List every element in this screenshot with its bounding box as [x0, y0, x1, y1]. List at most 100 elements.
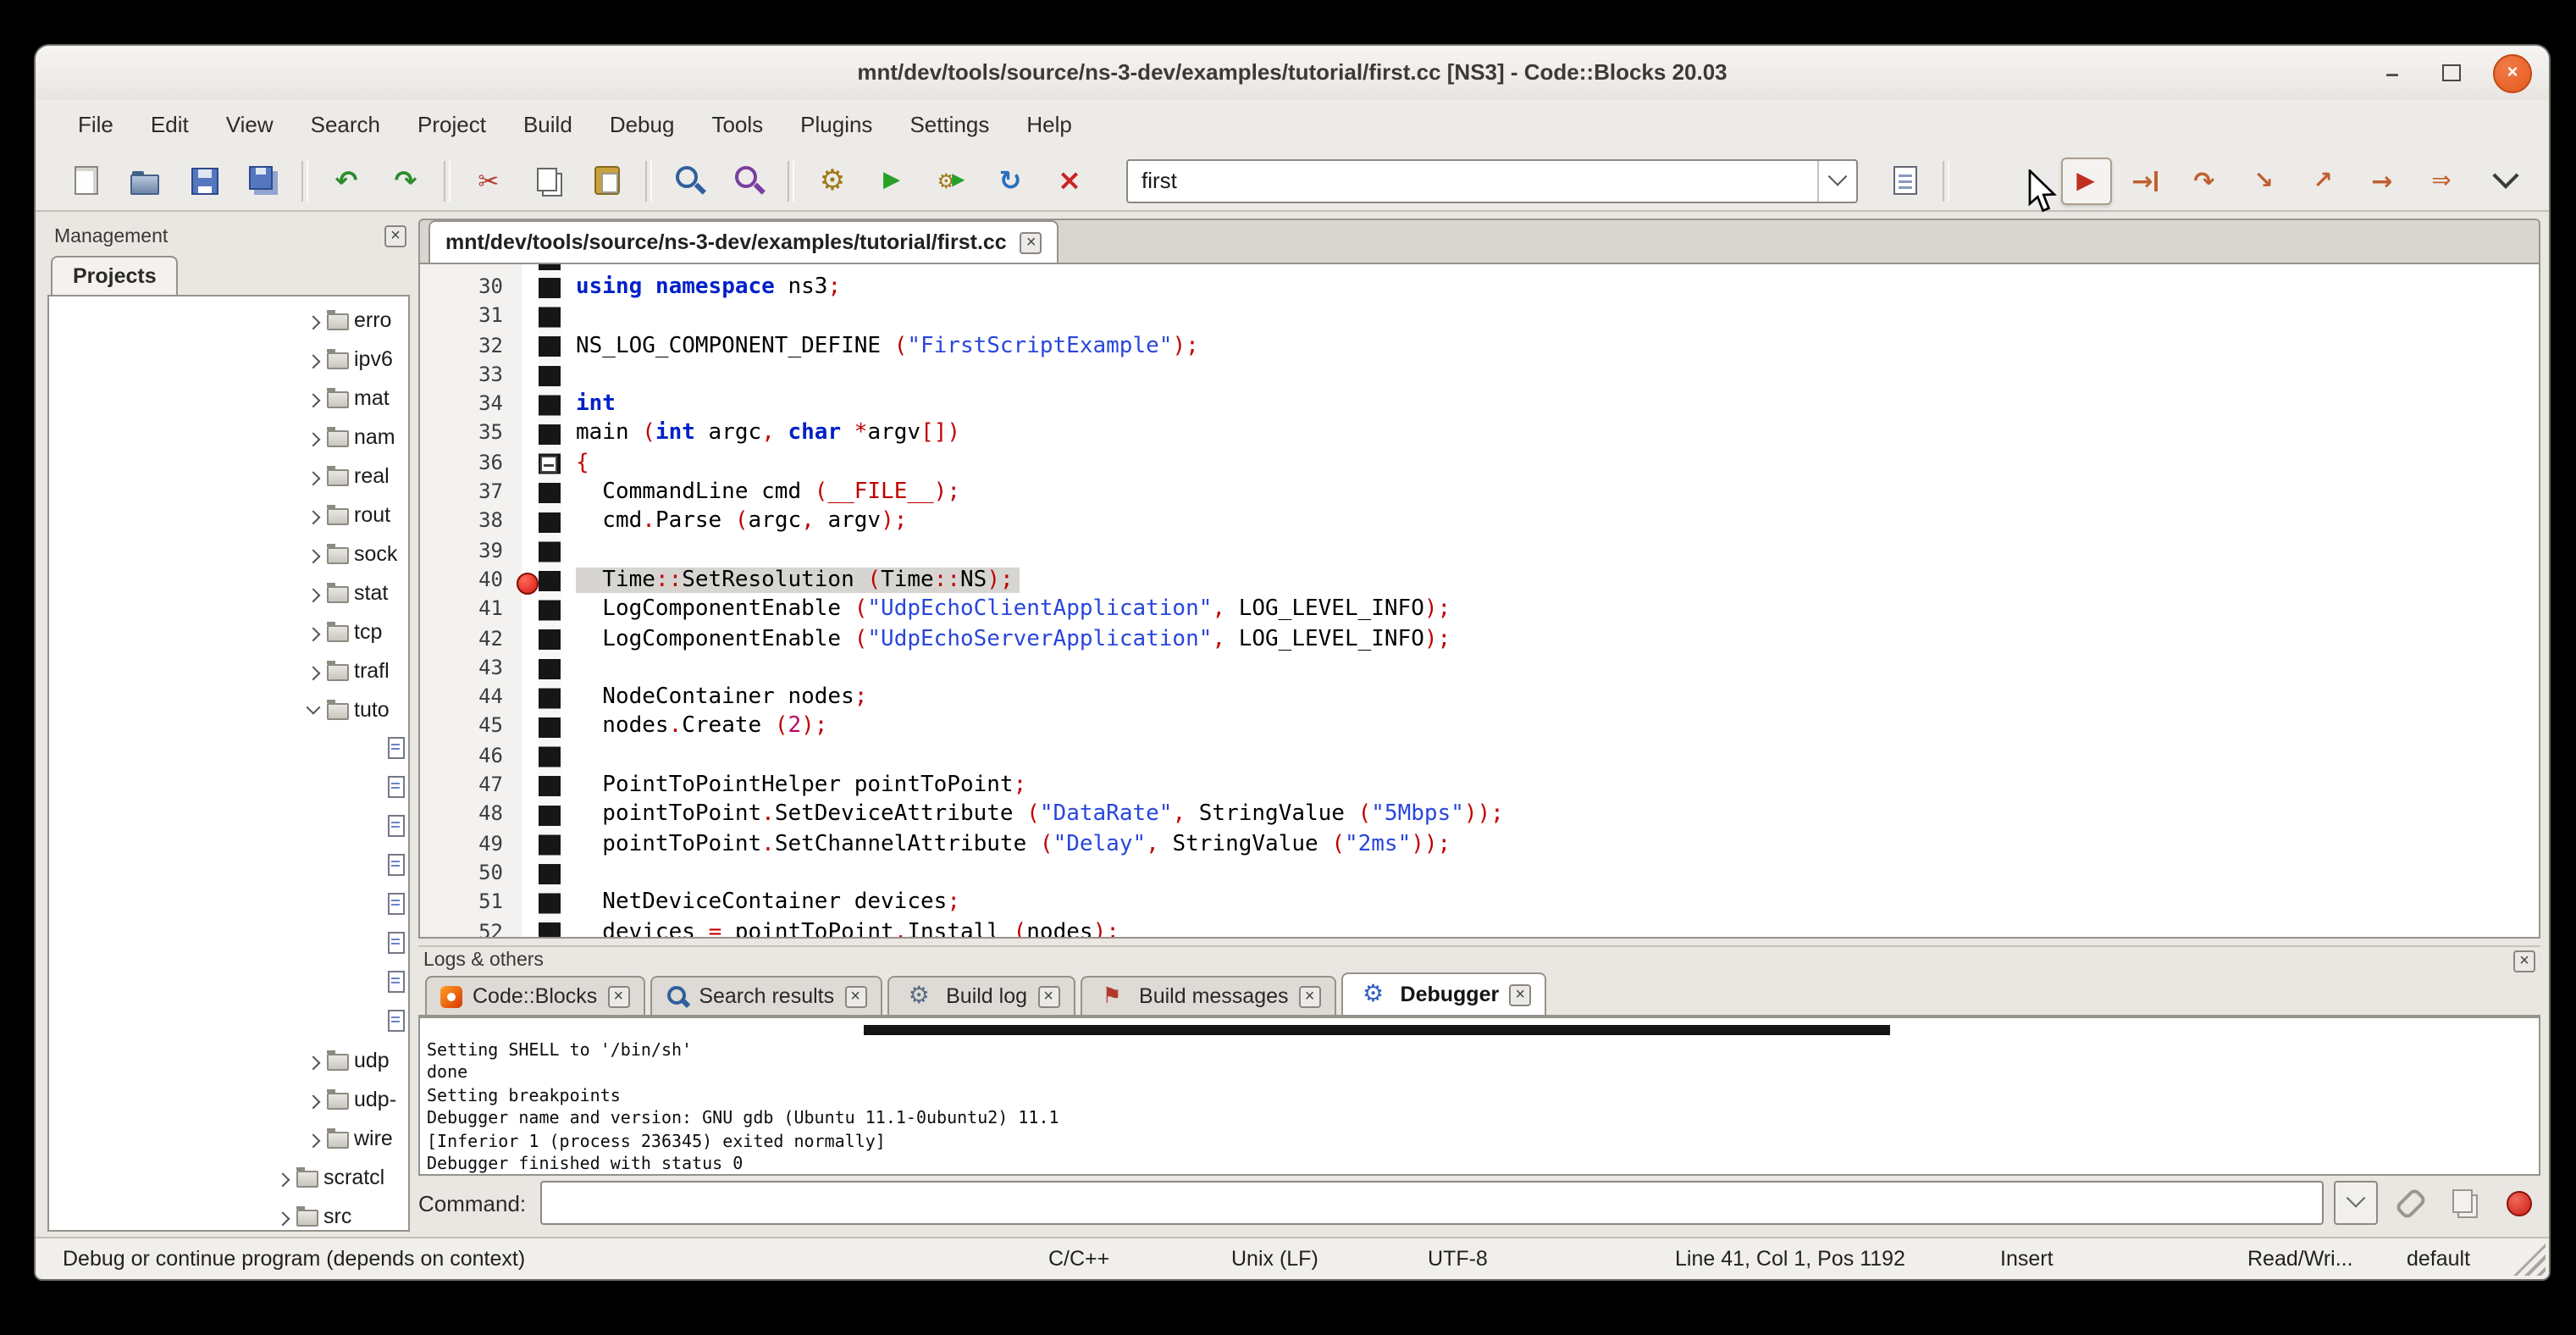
tree-item-stat-7[interactable]: stat: [49, 573, 408, 612]
logs-close-icon[interactable]: ×: [2513, 950, 2535, 972]
tree-item-nam-3[interactable]: nam: [49, 417, 408, 456]
paste-button[interactable]: [582, 157, 633, 204]
search-combobox[interactable]: [1126, 158, 1858, 202]
tree-item-ipv6-1[interactable]: ipv6: [49, 339, 408, 378]
close-button[interactable]: ×: [2493, 53, 2532, 92]
search-input[interactable]: [1128, 162, 1817, 199]
logs-tab-debugger[interactable]: Debugger×: [1341, 972, 1547, 1015]
tree-item-src-23[interactable]: src: [49, 1196, 408, 1232]
tree-item-tuto-10[interactable]: tuto: [49, 690, 408, 728]
chevron-right-icon[interactable]: [303, 504, 323, 524]
code-editor[interactable]: 3031323334353637383940414243444546474849…: [418, 263, 2540, 939]
run-to-cursor-button[interactable]: [2120, 157, 2170, 204]
step-into-button[interactable]: [2238, 157, 2289, 204]
menu-search[interactable]: Search: [292, 103, 399, 147]
step-instruction-button[interactable]: [2416, 157, 2467, 204]
stop-button[interactable]: [2496, 1183, 2540, 1223]
tree-item-rout-5[interactable]: rout: [49, 495, 408, 534]
close-tab-icon[interactable]: ×: [844, 985, 866, 1007]
build-button[interactable]: [807, 157, 858, 204]
save-button[interactable]: [179, 157, 229, 204]
menu-view[interactable]: View: [207, 103, 292, 147]
next-line-button[interactable]: [2179, 157, 2230, 204]
copy-button[interactable]: [2442, 1183, 2486, 1223]
new-file-button[interactable]: [60, 157, 111, 204]
chevron-right-icon[interactable]: [303, 309, 323, 330]
chevron-right-icon[interactable]: [303, 543, 323, 563]
link-button[interactable]: [2388, 1183, 2432, 1223]
tree-item-he-14[interactable]: he: [49, 845, 408, 884]
chevron-right-icon[interactable]: [303, 660, 323, 680]
command-input[interactable]: [539, 1181, 2324, 1225]
tree-item-trafl-9[interactable]: trafl: [49, 651, 408, 690]
toolbar-overflow-button[interactable]: [2480, 157, 2531, 204]
tree-item-se-16[interactable]: se: [49, 923, 408, 962]
logs-tab-build-messages[interactable]: Build messages×: [1080, 976, 1336, 1015]
menu-edit[interactable]: Edit: [132, 103, 207, 147]
menu-settings[interactable]: Settings: [891, 103, 1008, 147]
abort-button[interactable]: [1044, 157, 1095, 204]
tree-item-erro-0[interactable]: erro: [49, 300, 408, 339]
chevron-right-icon[interactable]: [303, 465, 323, 485]
tree-item-real-4[interactable]: real: [49, 456, 408, 495]
tree-item-fif-11[interactable]: fif: [49, 728, 408, 767]
chevron-right-icon[interactable]: [303, 426, 323, 446]
code-area[interactable]: using namespace ns3;NS_LOG_COMPONENT_DEF…: [420, 264, 2539, 939]
tree-item-th-18[interactable]: th: [49, 1001, 408, 1040]
tree-item-six-17[interactable]: six: [49, 962, 408, 1001]
management-close-icon[interactable]: ×: [384, 225, 406, 247]
tree-item-sock-6[interactable]: sock: [49, 534, 408, 573]
menu-debug[interactable]: Debug: [591, 103, 694, 147]
menu-project[interactable]: Project: [399, 103, 505, 147]
tree-item-fir-12[interactable]: fir: [49, 767, 408, 806]
maximize-button[interactable]: [2434, 55, 2469, 91]
combo-dropdown-icon[interactable]: [1817, 160, 1856, 201]
tree-item-wire-21[interactable]: wire: [49, 1118, 408, 1157]
menu-tools[interactable]: Tools: [693, 103, 782, 147]
rebuild-button[interactable]: [985, 157, 1036, 204]
copy-button[interactable]: [522, 157, 573, 204]
command-dropdown-button[interactable]: [2334, 1181, 2378, 1225]
fold-marker[interactable]: [540, 457, 557, 474]
debug-continue-button[interactable]: [2060, 157, 2111, 204]
tree-item-udp-19[interactable]: udp: [49, 1040, 408, 1079]
redo-button[interactable]: [380, 157, 431, 204]
minimize-button[interactable]: –: [2374, 55, 2410, 91]
breakpoint-marker[interactable]: [517, 572, 539, 594]
chevron-right-icon[interactable]: [303, 1050, 323, 1070]
titlebar[interactable]: mnt/dev/tools/source/ns-3-dev/examples/t…: [36, 46, 2549, 102]
chevron-right-icon[interactable]: [273, 1166, 293, 1187]
menu-file[interactable]: File: [59, 103, 132, 147]
editor-tab-first-cc[interactable]: mnt/dev/tools/source/ns-3-dev/examples/t…: [428, 220, 1059, 263]
close-tab-icon[interactable]: ×: [1299, 985, 1321, 1007]
chevron-right-icon[interactable]: [303, 1127, 323, 1148]
step-out-button[interactable]: [2297, 157, 2348, 204]
logs-tab-build-log[interactable]: Build log×: [887, 976, 1075, 1015]
close-tab-icon[interactable]: ×: [1020, 231, 1042, 253]
tree-item-scratcl-22[interactable]: scratcl: [49, 1157, 408, 1196]
run-button[interactable]: [866, 157, 917, 204]
cut-button[interactable]: [463, 157, 514, 204]
tree-item-mat-2[interactable]: mat: [49, 378, 408, 417]
undo-button[interactable]: [321, 157, 372, 204]
menu-plugins[interactable]: Plugins: [782, 103, 891, 147]
logs-tab-search-results[interactable]: Search results×: [650, 976, 882, 1015]
logs-tab-code-blocks[interactable]: Code::Blocks×: [425, 976, 644, 1015]
tree-item-se-15[interactable]: se: [49, 884, 408, 923]
symbols-button[interactable]: [1879, 157, 1930, 204]
menu-help[interactable]: Help: [1008, 103, 1091, 147]
find-button[interactable]: [665, 157, 716, 204]
menu-build[interactable]: Build: [505, 103, 591, 147]
close-tab-icon[interactable]: ×: [607, 985, 629, 1007]
chevron-right-icon[interactable]: [303, 582, 323, 602]
projects-tree[interactable]: erroipv6matnamrealroutsockstattcptrafltu…: [47, 295, 410, 1232]
open-file-button[interactable]: [119, 157, 170, 204]
chevron-right-icon[interactable]: [303, 621, 323, 641]
tree-item-tcp-8[interactable]: tcp: [49, 612, 408, 651]
debugger-output[interactable]: Setting SHELL to '/bin/sh'doneSetting br…: [418, 1016, 2540, 1176]
tree-item-udp-20[interactable]: udp-: [49, 1079, 408, 1118]
tab-projects[interactable]: Projects: [51, 256, 179, 295]
chevron-right-icon[interactable]: [303, 387, 323, 407]
close-tab-icon[interactable]: ×: [1509, 983, 1531, 1005]
chevron-right-icon[interactable]: [303, 348, 323, 368]
